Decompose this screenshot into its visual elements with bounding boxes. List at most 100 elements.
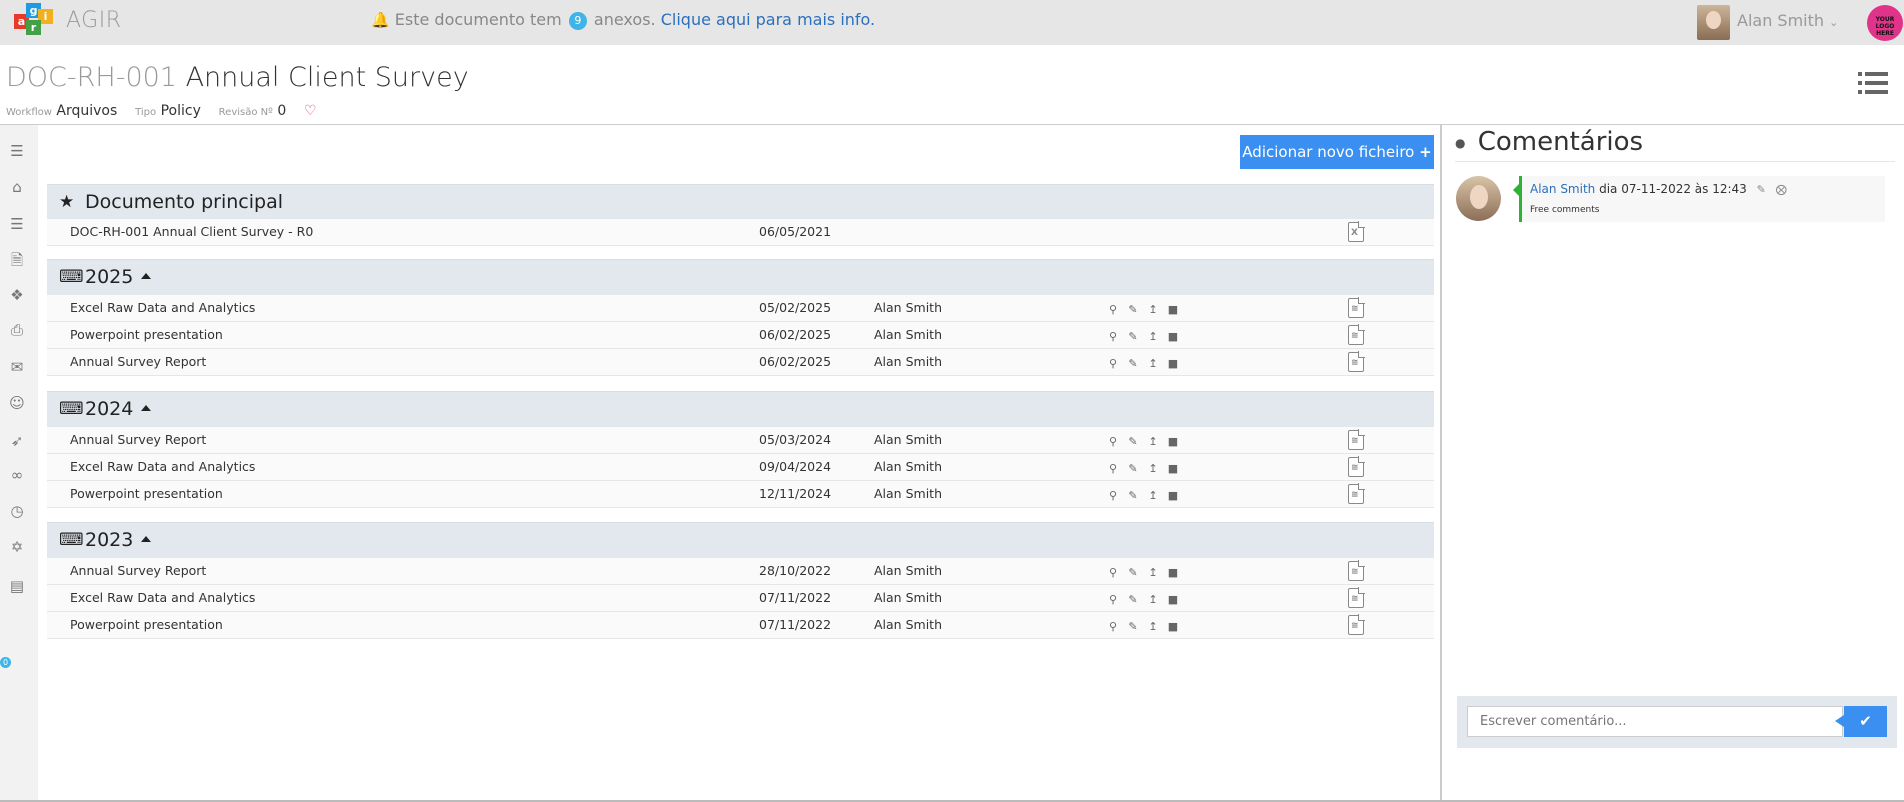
pencil-icon[interactable]: ✎ — [1757, 183, 1766, 196]
search-icon[interactable]: ⚲ — [1103, 330, 1123, 343]
paperclip-icon[interactable]: ➶ — [5, 429, 29, 453]
table-row[interactable]: Annual Survey Report 28/10/2022 Alan Smi… — [47, 558, 1434, 585]
close-icon[interactable]: ⨂ — [1776, 183, 1787, 196]
pdf-file-icon[interactable]: ≅ — [1348, 429, 1365, 450]
upload-icon[interactable]: ↥ — [1143, 566, 1163, 579]
pencil-icon[interactable]: ✎ — [1123, 489, 1143, 502]
header-divider — [0, 124, 1904, 125]
search-icon[interactable]: ⚲ — [1103, 566, 1123, 579]
pdf-file-icon[interactable]: ≅ — [1348, 483, 1365, 504]
comment-item: Alan Smith dia 07-11-2022 às 12:43 ✎ ⨂ F… — [1513, 176, 1885, 222]
user-avatar[interactable] — [1697, 5, 1730, 40]
app-logo[interactable]: a g i r — [14, 3, 53, 39]
trash-icon[interactable]: ■ — [1163, 303, 1183, 316]
search-icon[interactable]: ⚲ — [1103, 489, 1123, 502]
comment-input[interactable] — [1467, 706, 1843, 737]
search-icon[interactable]: ⚲ — [1103, 435, 1123, 448]
menu-icon[interactable]: ☰ — [5, 139, 29, 163]
envelope-icon[interactable]: ✉ — [5, 355, 29, 379]
pdf-file-icon[interactable]: ≅ — [1348, 456, 1365, 477]
table-row[interactable]: Annual Survey Report 05/03/2024 Alan Smi… — [47, 427, 1434, 454]
document-icon[interactable]: 🗎 — [5, 248, 29, 272]
table-row[interactable]: Excel Raw Data and Analytics 09/04/2024 … — [47, 454, 1434, 481]
comments-heading: ● Comentários — [1455, 127, 1644, 157]
trash-icon[interactable]: ■ — [1163, 620, 1183, 633]
table-row[interactable]: Annual Survey Report 06/02/2025 Alan Smi… — [47, 349, 1434, 376]
upload-icon[interactable]: ↥ — [1143, 620, 1163, 633]
pdf-file-icon[interactable]: ≅ — [1348, 560, 1365, 581]
table-row[interactable]: DOC-RH-001 Annual Client Survey - R0 06/… — [47, 219, 1434, 246]
trash-icon[interactable]: ■ — [1163, 566, 1183, 579]
upload-icon[interactable]: ↥ — [1143, 435, 1163, 448]
pencil-icon[interactable]: ✎ — [1123, 303, 1143, 316]
pencil-icon[interactable]: ✎ — [1123, 620, 1143, 633]
avatar — [1456, 176, 1501, 221]
search-icon[interactable]: ⚲ — [1103, 620, 1123, 633]
pdf-file-icon[interactable]: ≅ — [1348, 297, 1365, 318]
trash-icon[interactable]: ■ — [1163, 357, 1183, 370]
caret-up-icon[interactable] — [141, 536, 152, 542]
table-row[interactable]: Powerpoint presentation 06/02/2025 Alan … — [47, 322, 1434, 349]
search-icon[interactable]: ⚲ — [1103, 303, 1123, 316]
attachments-info-link[interactable]: Clique aqui para mais info. — [661, 10, 875, 29]
section-year-2023[interactable]: ⌨ 2023 — [47, 522, 1434, 558]
pdf-file-icon[interactable]: ≅ — [1348, 351, 1365, 372]
pdf-file-icon[interactable]: ≅ — [1348, 324, 1365, 345]
upload-icon[interactable]: ↥ — [1143, 357, 1163, 370]
link-icon[interactable]: ∞ — [5, 463, 29, 487]
tags-icon[interactable]: ❖ — [5, 283, 29, 307]
home-icon[interactable]: ⌂ — [5, 175, 29, 199]
table-row[interactable]: Powerpoint presentation 12/11/2024 Alan … — [47, 481, 1434, 508]
pencil-icon[interactable]: ✎ — [1123, 357, 1143, 370]
search-icon[interactable]: ⚲ — [1103, 462, 1123, 475]
users-icon[interactable]: ☺ — [5, 391, 29, 415]
trash-icon[interactable]: ■ — [1163, 330, 1183, 343]
upload-icon[interactable]: ↥ — [1143, 303, 1163, 316]
trash-icon[interactable]: ■ — [1163, 593, 1183, 606]
pencil-icon[interactable]: ✎ — [1123, 462, 1143, 475]
caret-up-icon[interactable] — [141, 405, 152, 411]
company-logo: YOUR LOGO HERE — [1867, 5, 1903, 41]
workflow-value: Arquivos — [56, 103, 118, 119]
comment-bubble-icon: ● — [1455, 136, 1466, 150]
section-year-2025[interactable]: ⌨ 2025 — [47, 259, 1434, 295]
list-view-icon[interactable] — [1858, 70, 1888, 96]
table-row[interactable]: Excel Raw Data and Analytics 05/02/2025 … — [47, 295, 1434, 322]
excel-file-icon[interactable]: X — [1348, 221, 1365, 242]
search-icon[interactable]: ⚲ — [1103, 357, 1123, 370]
pdf-file-icon[interactable]: ≅ — [1348, 614, 1365, 635]
comment-author[interactable]: Alan Smith — [1530, 182, 1595, 196]
user-menu[interactable]: Alan Smith ⌄ — [1737, 11, 1838, 30]
bell-icon: 🔔 — [371, 11, 390, 29]
pencil-icon[interactable]: ✎ — [1123, 593, 1143, 606]
pdf-file-icon[interactable]: ≅ — [1348, 587, 1365, 608]
pencil-icon[interactable]: ✎ — [1123, 435, 1143, 448]
caret-up-icon[interactable] — [141, 273, 152, 279]
pencil-icon[interactable]: ✎ — [1123, 330, 1143, 343]
attachments-count-badge: 9 — [568, 12, 587, 30]
pencil-icon[interactable]: ✎ — [1123, 566, 1143, 579]
trash-icon[interactable]: ■ — [1163, 489, 1183, 502]
table-row[interactable]: Excel Raw Data and Analytics 07/11/2022 … — [47, 585, 1434, 612]
upload-icon[interactable]: ↥ — [1143, 489, 1163, 502]
trash-icon[interactable]: ■ — [1163, 462, 1183, 475]
search-icon[interactable]: ⚲ — [1103, 593, 1123, 606]
revision-value: 0 — [277, 103, 287, 119]
inbox-icon: ⌨ — [59, 267, 84, 287]
list-icon[interactable]: ☰ — [5, 212, 29, 236]
upload-icon[interactable]: ↥ — [1143, 330, 1163, 343]
upload-icon[interactable]: ↥ — [1143, 462, 1163, 475]
table-row[interactable]: Powerpoint presentation 07/11/2022 Alan … — [47, 612, 1434, 639]
upload-icon[interactable]: ↥ — [1143, 593, 1163, 606]
add-new-file-button[interactable]: Adicionar novo ficheiro + — [1240, 135, 1434, 169]
inbox-icon: ⌨ — [59, 530, 84, 550]
trash-icon[interactable]: ■ — [1163, 435, 1183, 448]
clock-icon[interactable]: ◷ — [5, 499, 29, 523]
section-year-2024[interactable]: ⌨ 2024 — [47, 391, 1434, 427]
accessibility-icon[interactable]: ✡ — [5, 535, 29, 559]
favorite-heart-icon[interactable]: ♡ — [304, 103, 317, 119]
archive-icon[interactable]: ▤ — [5, 574, 29, 598]
print-icon[interactable]: ⎙ — [5, 318, 29, 342]
send-comment-button[interactable]: ✔ — [1835, 706, 1887, 737]
type-value: Policy — [160, 103, 201, 119]
